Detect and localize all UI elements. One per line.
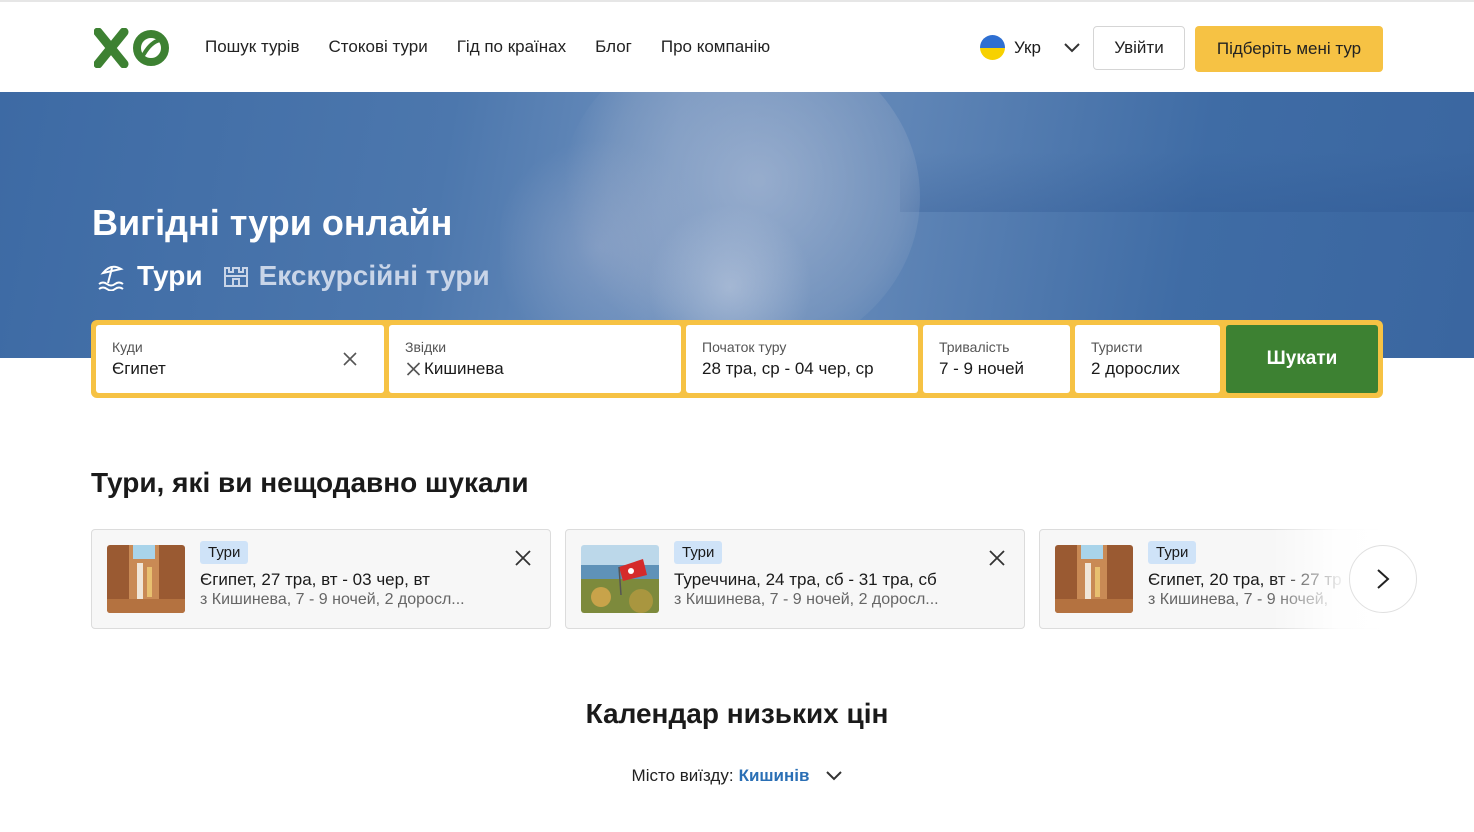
clear-destination-icon[interactable] xyxy=(342,351,358,367)
card-badge: Тури xyxy=(674,541,723,564)
egypt-thumbnail xyxy=(1055,545,1133,613)
tourists-value: 2 дорослих xyxy=(1091,359,1180,378)
ukraine-flag-icon xyxy=(980,35,1005,60)
search-form: Куди Єгипет Звідки Кишинева Початок туру… xyxy=(91,320,1383,398)
xo-logo[interactable] xyxy=(94,28,172,68)
hero-title: Вигідні тури онлайн xyxy=(92,202,453,243)
tourists-label: Туристи xyxy=(1091,339,1143,355)
departure-city-value[interactable]: Кишинів xyxy=(739,766,810,786)
nav-about[interactable]: Про компанію xyxy=(661,37,770,57)
departure-label: Звідки xyxy=(405,339,447,355)
chevron-down-icon[interactable] xyxy=(826,771,843,781)
departure-field[interactable]: Звідки Кишинева xyxy=(389,325,681,393)
card-title: Туреччина, 24 тра, сб - 31 тра, сб xyxy=(674,570,937,589)
departure-city-label: Місто виїзду: xyxy=(631,766,734,785)
recent-search-card[interactable]: Тури Єгипет, 27 тра, вт - 03 чер, вт з К… xyxy=(91,529,551,629)
tourists-field[interactable]: Туристи 2 дорослих xyxy=(1075,325,1220,393)
chevron-right-icon xyxy=(1377,569,1390,589)
card-badge: Тури xyxy=(200,541,249,564)
duration-field[interactable]: Тривалість 7 - 9 ночей xyxy=(923,325,1070,393)
egypt-thumbnail xyxy=(107,545,185,613)
chevron-down-icon xyxy=(1064,42,1080,52)
site-header: Пошук турів Стокові тури Гід по країнах … xyxy=(0,2,1474,92)
start-date-field[interactable]: Початок туру 28 тра, ср - 04 чер, ср xyxy=(686,325,918,393)
close-icon[interactable] xyxy=(988,549,1006,567)
tab-excursion-label: Екскурсійні тури xyxy=(258,260,490,291)
departure-value: Кишинева xyxy=(424,359,504,378)
tab-tours[interactable]: Тури xyxy=(97,260,203,292)
card-title: Єгипет, 27 тра, вт - 03 чер, вт xyxy=(200,570,430,589)
destination-value: Єгипет xyxy=(112,359,166,378)
hero-sea xyxy=(900,152,1474,212)
language-label: Укр xyxy=(1014,37,1041,57)
recent-searches-list: Тури Єгипет, 27 тра, вт - 03 чер, вт з К… xyxy=(91,529,1383,629)
card-badge: Тури xyxy=(1148,541,1197,564)
search-button[interactable]: Шукати xyxy=(1226,325,1378,393)
nav-country-guide[interactable]: Гід по країнах xyxy=(457,37,566,57)
recent-searches-title: Тури, які ви нещодавно шукали xyxy=(91,467,529,498)
hero-banner: Вигідні тури онлайн Тури Екскурсійні тур… xyxy=(0,92,1474,358)
nav-blog[interactable]: Блог xyxy=(595,37,632,57)
turkey-thumbnail xyxy=(581,545,659,613)
hero-tabs: Тури Екскурсійні тури xyxy=(97,260,490,292)
tab-excursion-tours[interactable]: Екскурсійні тури xyxy=(223,260,490,292)
nav-tour-search[interactable]: Пошук турів xyxy=(205,37,300,57)
nav-stock-tours[interactable]: Стокові тури xyxy=(329,37,428,57)
low-price-calendar-title: Календар низьких цін xyxy=(585,698,889,729)
card-subtitle: з Кишинева, 7 - 9 ночей, 2 доросл... xyxy=(200,591,465,608)
duration-label: Тривалість xyxy=(939,339,1010,355)
start-date-value: 28 тра, ср - 04 чер, ср xyxy=(702,359,874,378)
duration-value: 7 - 9 ночей xyxy=(939,359,1025,378)
carousel-next-button[interactable] xyxy=(1349,545,1417,613)
tab-tours-label: Тури xyxy=(137,260,203,291)
close-icon[interactable] xyxy=(514,549,532,567)
clear-departure-icon[interactable] xyxy=(405,361,422,377)
login-button[interactable]: Увійти xyxy=(1093,26,1185,70)
departure-city-selector: Місто виїзду: Кишинів xyxy=(0,766,1474,786)
start-date-label: Початок туру xyxy=(702,339,787,355)
destination-label: Куди xyxy=(112,339,143,355)
pick-tour-button[interactable]: Підберіть мені тур xyxy=(1195,26,1383,72)
recent-search-card[interactable]: Тури Туреччина, 24 тра, сб - 31 тра, сб … xyxy=(565,529,1025,629)
main-nav: Пошук турів Стокові тури Гід по країнах … xyxy=(205,37,770,57)
language-selector[interactable]: Укр xyxy=(980,35,1080,60)
beach-umbrella-icon xyxy=(98,265,124,291)
castle-icon xyxy=(223,267,248,287)
destination-field[interactable]: Куди Єгипет xyxy=(96,325,384,393)
card-subtitle: з Кишинева, 7 - 9 ночей, 2 доросл... xyxy=(674,591,939,608)
